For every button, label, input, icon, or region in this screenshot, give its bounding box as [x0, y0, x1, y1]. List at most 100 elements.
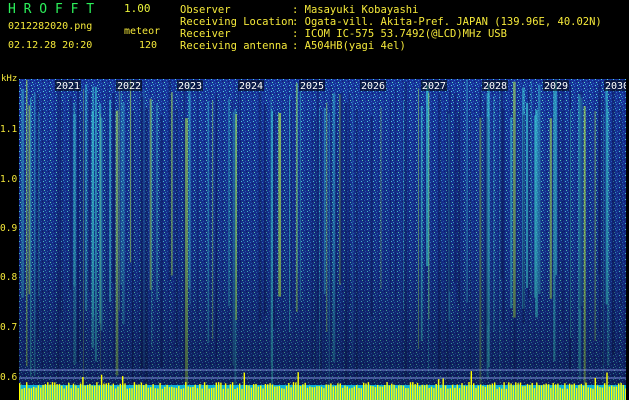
baseline-spike [304, 382, 306, 400]
baseline-spike [316, 386, 318, 400]
y-tick-0-6: 0.6 [0, 372, 18, 383]
baseline-spike [351, 387, 353, 400]
baseline-spike [182, 388, 185, 400]
baseline-spike [40, 387, 42, 400]
baseline-spike [23, 388, 26, 400]
year-label-2026: 2026 [361, 81, 385, 92]
baseline-spike [608, 386, 611, 400]
baseline-spike [161, 388, 164, 400]
baseline-spike [393, 384, 395, 400]
baseline-spike [571, 384, 573, 400]
baseline-spike [185, 382, 187, 400]
baseline-spike [164, 386, 166, 400]
baseline-spike [533, 388, 536, 400]
baseline-spike [353, 386, 355, 400]
baseline-spike [210, 388, 213, 400]
baseline-spike [187, 386, 189, 400]
baseline-spike [77, 388, 79, 400]
baseline-spike [517, 383, 519, 400]
baseline-spike [82, 377, 84, 400]
baseline-spike [86, 385, 89, 400]
baseline-spike [465, 386, 468, 400]
baseline-spike [145, 383, 147, 400]
baseline-spike [386, 382, 388, 400]
baseline-spike [575, 388, 578, 400]
baseline-spike [405, 388, 407, 400]
baseline-spike [487, 384, 489, 400]
baseline-spike [267, 384, 269, 400]
baseline-spike [215, 382, 217, 400]
baseline-spike [573, 383, 575, 400]
baseline-spike [208, 388, 210, 400]
baseline-spike [124, 383, 126, 400]
baseline-spike [166, 384, 168, 400]
baseline-spike [248, 385, 250, 400]
baseline-spike [157, 388, 159, 400]
year-label-2024: 2024 [239, 81, 263, 92]
baseline-spike [384, 385, 386, 400]
baseline-spike [152, 384, 154, 400]
year-label-2021: 2021 [56, 81, 80, 92]
baseline-spike [93, 385, 96, 400]
baseline-spike [620, 382, 622, 400]
baseline-spike [414, 384, 416, 400]
antenna-value: : A504HB(yagi 4el) [292, 40, 406, 52]
baseline-spike [126, 388, 128, 400]
baseline-spike [143, 385, 145, 400]
baseline-spike [550, 387, 552, 400]
baseline-spike [224, 383, 227, 400]
baseline-spike [606, 372, 608, 400]
baseline-spike [341, 387, 344, 400]
baseline-spike [250, 387, 253, 400]
baseline-spike [79, 383, 82, 400]
baseline-spike [618, 383, 620, 400]
baseline-spike [402, 385, 405, 400]
baseline-spike [327, 384, 330, 400]
baseline-spike [325, 384, 327, 400]
baseline-spike [171, 386, 173, 400]
baseline-spike [122, 376, 124, 400]
baseline-spike [75, 385, 77, 400]
baseline-spike [105, 383, 107, 400]
year-label-2028: 2028 [483, 81, 507, 92]
baseline-spike [538, 385, 540, 400]
baseline-spike [526, 384, 529, 400]
baseline-spike [337, 383, 339, 400]
baseline-spike [196, 388, 199, 400]
khz-unit-label: kHz [1, 74, 18, 84]
baseline-spike [114, 388, 117, 400]
baseline-spike [231, 382, 234, 400]
baseline-spike [58, 384, 61, 400]
year-label-2027: 2027 [422, 81, 446, 92]
meteor-count: 120 [139, 40, 158, 51]
baseline-spike [302, 384, 304, 400]
baseline-spike [566, 388, 568, 400]
baseline-spike [274, 386, 276, 400]
baseline-spike [306, 387, 309, 400]
baseline-spike [370, 385, 372, 400]
baseline-spike [72, 383, 75, 400]
baseline-spike [421, 384, 423, 400]
baseline-spike [346, 386, 348, 400]
baseline-spike [442, 378, 444, 400]
baseline-spike [189, 387, 192, 400]
baseline-spike [246, 384, 248, 400]
baseline-spike [494, 382, 496, 400]
baseline-spike [229, 384, 231, 400]
baseline-spike [358, 388, 360, 400]
baseline-spike [260, 385, 262, 400]
baseline-spike [100, 374, 103, 400]
app-title: H R O F F T [8, 2, 95, 17]
baseline-spike [42, 384, 44, 400]
baseline-spike [175, 387, 178, 400]
baseline-spike [257, 386, 260, 400]
baseline-spike [129, 388, 131, 400]
baseline-spike [519, 382, 522, 400]
year-label-2029: 2029 [544, 81, 568, 92]
baseline-spike [47, 382, 49, 400]
baseline-spike [138, 384, 140, 400]
baseline-spike [601, 387, 604, 400]
baseline-spike [449, 388, 451, 400]
baseline-spike [426, 384, 428, 400]
baseline-spike [320, 386, 323, 400]
